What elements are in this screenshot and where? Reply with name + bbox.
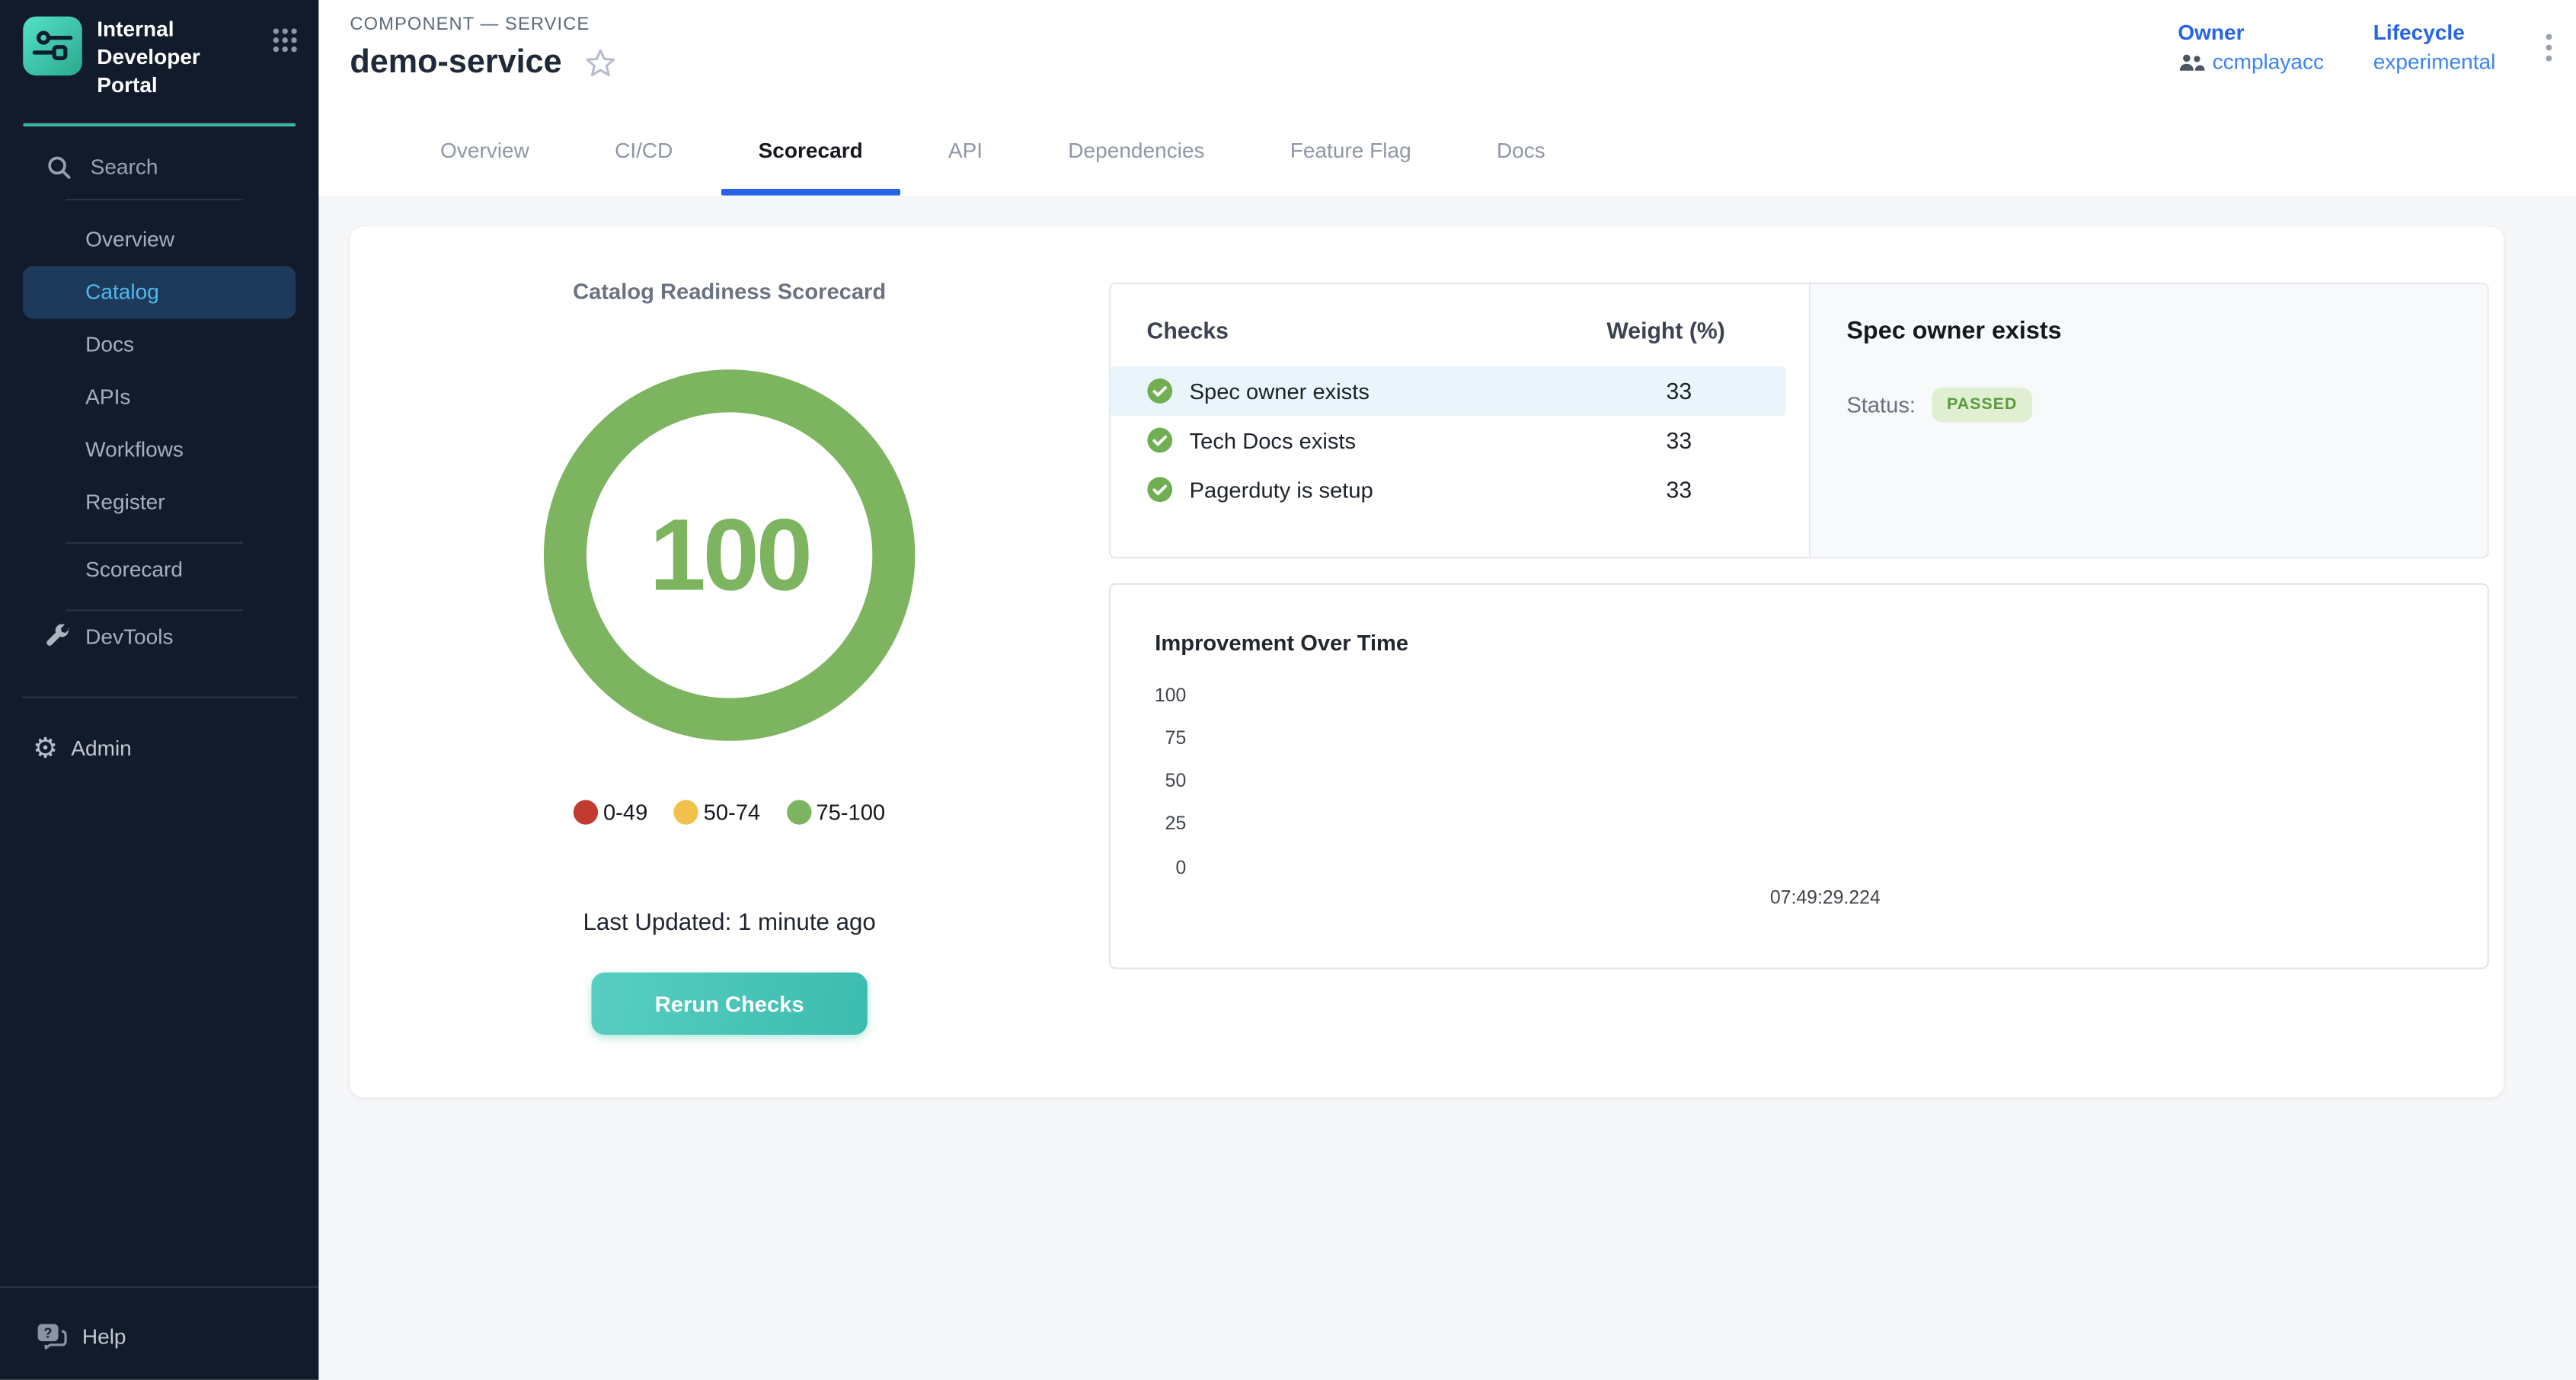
tab-docs[interactable]: Docs	[1454, 104, 1588, 196]
app-logo[interactable]	[23, 17, 82, 76]
sidebar: Internal Developer Portal Search	[0, 0, 318, 1380]
sidebar-item-overview[interactable]: Overview	[0, 213, 318, 266]
check-detail-panel: Spec owner exists Status: PASSED	[1809, 284, 2488, 557]
search-divider	[66, 198, 243, 200]
weight-column-header: Weight (%)	[1559, 317, 1772, 343]
sidebar-item-help[interactable]: ? Help	[36, 1315, 318, 1357]
rerun-checks-button[interactable]: Rerun Checks	[591, 973, 867, 1035]
last-updated-text: Last Updated: 1 minute ago	[583, 910, 876, 937]
score-value: 100	[650, 497, 810, 613]
y-tick-50: 50	[1140, 772, 1186, 792]
tab-api[interactable]: API	[906, 104, 1025, 196]
sidebar-item-apis[interactable]: APIs	[0, 371, 318, 423]
lifecycle-label: Lifecycle	[2373, 20, 2496, 44]
sidebar-item-devtools[interactable]: DevTools	[0, 611, 318, 663]
check-row-tech-docs[interactable]: Tech Docs exists 33	[1111, 416, 1785, 465]
legend-item-low: 0-49	[574, 800, 647, 824]
y-tick-75: 75	[1140, 730, 1186, 749]
svg-text:?: ?	[43, 1324, 52, 1340]
scorecard-card: Catalog Readiness Scorecard 100 0-49 50-…	[350, 227, 2504, 1097]
gear-icon: ⚙	[33, 735, 58, 763]
brand-row: Internal Developer Portal	[0, 0, 318, 113]
legend-dot-yellow	[674, 800, 698, 824]
check-status-row: Status: PASSED	[1846, 388, 2451, 422]
search-icon	[46, 154, 72, 180]
entity-tabs: Overview CI/CD Scorecard API Dependencie…	[398, 104, 1588, 196]
main-content: COMPONENT — SERVICE demo-service Owner	[318, 0, 2576, 1380]
entity-title-row: demo-service	[350, 44, 615, 82]
check-row-spec-owner[interactable]: Spec owner exists 33	[1111, 366, 1785, 416]
check-row-pagerduty[interactable]: Pagerduty is setup 33	[1111, 465, 1785, 514]
help-divider	[0, 1286, 318, 1288]
legend-dot-red	[574, 800, 598, 824]
admin-divider	[21, 696, 297, 698]
search-label: Search	[91, 155, 158, 179]
legend-dot-green	[787, 800, 811, 824]
tab-cicd[interactable]: CI/CD	[572, 104, 715, 196]
status-label: Status:	[1846, 392, 1916, 417]
improvement-chart: Improvement Over Time 100 75 50 25 0 07:…	[1109, 583, 2489, 970]
brand-title: Internal Developer Portal	[97, 17, 261, 100]
entity-meta: Owner ccmpl	[2178, 20, 2553, 74]
sidebar-item-workflows[interactable]: Workflows	[0, 423, 318, 476]
owner-link[interactable]: ccmplayacc	[2178, 50, 2324, 74]
sidebar-item-scorecard[interactable]: Scorecard	[0, 543, 318, 596]
check-weight: 33	[1572, 378, 1785, 404]
entity-kicker: COMPONENT — SERVICE	[350, 14, 590, 34]
logo-circuit-icon	[31, 24, 74, 67]
check-passed-icon	[1147, 427, 1174, 454]
check-detail-title: Spec owner exists	[1846, 317, 2451, 345]
tab-overview[interactable]: Overview	[398, 104, 572, 196]
tab-dependencies[interactable]: Dependencies	[1025, 104, 1247, 196]
check-passed-icon	[1147, 378, 1174, 404]
checks-column-header: Checks	[1147, 317, 1559, 343]
chart-title: Improvement Over Time	[1155, 631, 1408, 655]
sidebar-item-admin[interactable]: ⚙ Admin	[33, 727, 318, 770]
tab-feature-flag[interactable]: Feature Flag	[1248, 104, 1454, 196]
legend-item-high: 75-100	[787, 800, 886, 824]
wrench-icon	[43, 625, 72, 649]
check-weight: 33	[1572, 427, 1785, 454]
sidebar-item-docs[interactable]: Docs	[0, 318, 318, 371]
lifecycle-block: Lifecycle experimental	[2373, 20, 2496, 74]
favorite-star-icon[interactable]	[585, 48, 616, 79]
legend-item-mid: 50-74	[674, 800, 760, 824]
y-tick-100: 100	[1140, 687, 1186, 707]
scorecard-title: Catalog Readiness Scorecard	[573, 280, 886, 304]
x-tick-timestamp: 07:49:29.224	[1718, 889, 1932, 909]
sidebar-search[interactable]: Search	[46, 149, 318, 185]
tab-scorecard[interactable]: Scorecard	[715, 104, 905, 196]
y-tick-25: 25	[1140, 815, 1186, 835]
kebab-menu-icon[interactable]	[2545, 33, 2553, 62]
status-badge: PASSED	[1932, 388, 2032, 422]
scorecard-detail-column: Checks Weight (%) Spec owner exists	[1109, 227, 2504, 1097]
sidebar-spacer	[0, 770, 318, 1286]
page-title: demo-service	[350, 44, 561, 82]
app-root: Internal Developer Portal Search	[0, 0, 2576, 1380]
checks-panel: Checks Weight (%) Spec owner exists	[1109, 283, 2489, 558]
score-legend: 0-49 50-74 75-100	[561, 800, 898, 824]
sidebar-item-catalog[interactable]: Catalog	[23, 266, 296, 318]
y-tick-0: 0	[1140, 859, 1186, 879]
checks-table: Checks Weight (%) Spec owner exists	[1111, 284, 1809, 557]
lifecycle-value[interactable]: experimental	[2373, 50, 2496, 74]
score-gauge: 100	[544, 369, 915, 740]
checks-table-header: Checks Weight (%)	[1111, 304, 1809, 366]
group-icon	[2178, 52, 2204, 72]
help-chat-icon: ?	[36, 1321, 69, 1350]
apps-grid-icon[interactable]	[271, 27, 299, 62]
owner-label: Owner	[2178, 20, 2324, 44]
scorecard-summary: Catalog Readiness Scorecard 100 0-49 50-…	[350, 227, 1108, 1097]
sidebar-item-register[interactable]: Register	[0, 476, 318, 529]
check-passed-icon	[1147, 477, 1174, 503]
page-body: Catalog Readiness Scorecard 100 0-49 50-…	[318, 196, 2576, 1380]
owner-block: Owner ccmpl	[2178, 20, 2324, 74]
brand-divider	[23, 123, 296, 126]
sidebar-nav: Overview Catalog Docs APIs Workflows Reg…	[0, 213, 318, 663]
check-weight: 33	[1572, 477, 1785, 503]
entity-header: COMPONENT — SERVICE demo-service Owner	[318, 0, 2576, 196]
